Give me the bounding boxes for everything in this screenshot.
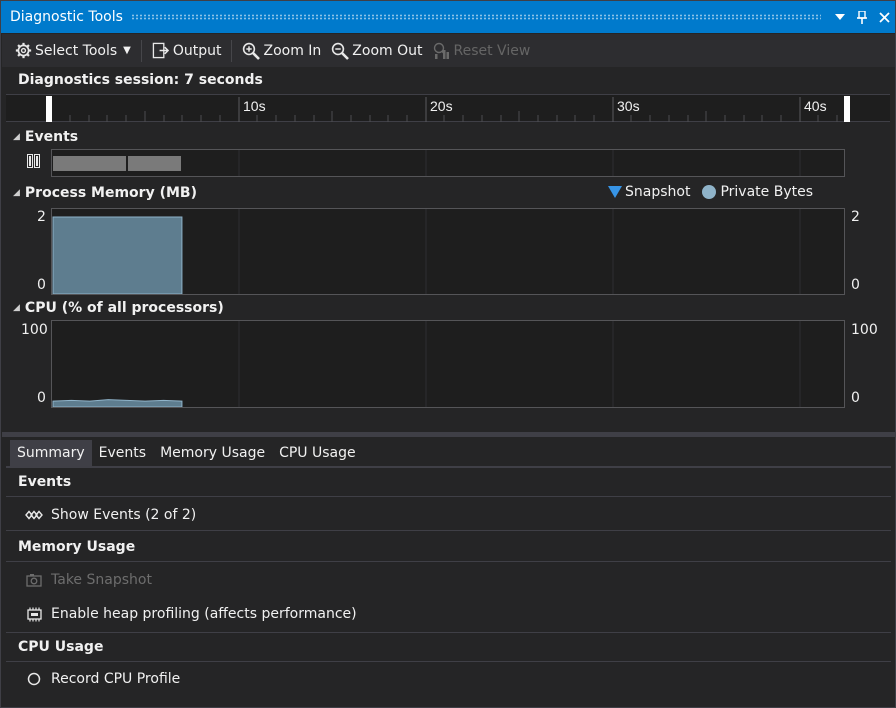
pause-icon[interactable]	[27, 154, 40, 172]
cpu-graph-canvas	[52, 321, 801, 408]
record-circle-icon	[25, 670, 43, 688]
cpu-section-title: CPU (% of all processors)	[24, 300, 224, 316]
record-cpu-profile-label: Record CPU Profile	[51, 671, 181, 687]
session-duration-label: Diagnostics session: 7 seconds	[18, 72, 263, 88]
reset-view-button[interactable]: Reset View	[429, 38, 535, 64]
zoom-out-button[interactable]: Zoom Out	[327, 38, 426, 64]
select-tools-label: Select Tools	[35, 42, 118, 59]
memory-chip-icon	[25, 605, 43, 623]
divider	[6, 496, 891, 497]
title-bar[interactable]: Diagnostic Tools	[1, 1, 895, 33]
title-bar-grip[interactable]	[130, 14, 821, 20]
zoom-in-label: Zoom In	[263, 42, 322, 59]
memory-y-min-right: 0	[851, 277, 860, 293]
record-cpu-profile-button[interactable]: Record CPU Profile	[25, 670, 180, 688]
tab-events[interactable]: Events	[92, 440, 153, 466]
details-tabs: Summary Events Memory Usage CPU Usage	[10, 440, 363, 466]
window-title: Diagnostic Tools	[10, 9, 123, 25]
take-snapshot-button[interactable]: Take Snapshot	[25, 571, 152, 589]
tab-memory-usage[interactable]: Memory Usage	[153, 440, 272, 466]
window-dropdown-icon[interactable]	[829, 6, 851, 28]
divider	[6, 632, 891, 633]
cpu-y-min-left: 0	[37, 390, 46, 406]
range-handle-right[interactable]	[844, 96, 850, 122]
snapshot-triangle-icon	[608, 186, 622, 198]
show-events-link[interactable]: Show Events (2 of 2)	[25, 506, 196, 524]
pin-icon[interactable]	[851, 6, 873, 28]
gear-icon	[14, 42, 32, 60]
cpu-usage-area	[52, 399, 183, 408]
memory-y-max-right: 2	[851, 209, 860, 225]
cpu-section-header[interactable]: ◢ CPU (% of all processors)	[13, 300, 224, 316]
memory-section-header[interactable]: ◢ Process Memory (MB)	[13, 185, 197, 201]
divider	[6, 530, 891, 531]
events-diamond-icon	[25, 506, 43, 524]
divider	[6, 561, 891, 562]
memory-y-min-left: 0	[37, 277, 46, 293]
camera-icon	[25, 571, 43, 589]
divider	[6, 661, 891, 662]
output-icon	[152, 42, 170, 60]
summary-memory-header: Memory Usage	[18, 539, 136, 555]
diagnostic-tools-window: Diagnostic Tools Select Tools ▼ Output Z…	[0, 0, 896, 708]
toolbar-separator	[140, 39, 142, 62]
legend-snapshot-label: Snapshot	[625, 184, 691, 200]
cpu-graph[interactable]	[51, 320, 845, 408]
collapse-triangle-icon[interactable]: ◢	[13, 132, 20, 142]
ruler-tick-label: 30s	[617, 98, 640, 114]
collapse-triangle-icon[interactable]: ◢	[13, 303, 20, 313]
events-section-title: Events	[24, 129, 79, 145]
zoom-in-icon	[242, 42, 261, 60]
collapse-triangle-icon[interactable]: ◢	[13, 188, 20, 198]
ruler-ticks: 10s 20s 30s 40s	[46, 96, 850, 122]
private-bytes-dot-icon	[702, 185, 717, 199]
ruler-tick-label: 40s	[804, 98, 827, 114]
timeline-ruler[interactable]: 10s 20s 30s 40s	[6, 94, 890, 122]
memory-legend: Snapshot Private Bytes	[608, 184, 813, 200]
event-bar[interactable]	[128, 156, 181, 171]
memory-section-title: Process Memory (MB)	[24, 185, 197, 201]
events-track-graphics	[53, 150, 801, 176]
summary-events-header: Events	[18, 474, 72, 490]
select-tools-button[interactable]: Select Tools ▼	[10, 38, 135, 64]
cpu-y-max-right: 100	[851, 322, 878, 338]
output-button[interactable]: Output	[148, 38, 226, 64]
event-bar[interactable]	[53, 156, 126, 171]
toolbar: Select Tools ▼ Output Zoom In Zoom Out R…	[2, 34, 895, 67]
toolbar-separator	[231, 39, 233, 62]
tab-divider	[6, 466, 891, 468]
tab-cpu-usage[interactable]: CPU Usage	[272, 440, 363, 466]
cpu-y-min-right: 0	[851, 390, 860, 406]
reset-view-icon	[433, 42, 451, 60]
memory-graph[interactable]	[51, 208, 845, 295]
heap-profiling-label: Enable heap profiling (affects performan…	[51, 606, 357, 622]
zoom-out-icon	[331, 42, 350, 60]
range-handle-left[interactable]	[46, 96, 52, 122]
events-track[interactable]	[51, 149, 845, 177]
heap-profiling-toggle[interactable]: Enable heap profiling (affects performan…	[25, 605, 357, 623]
memory-graph-canvas	[52, 209, 801, 295]
chevron-down-icon: ▼	[123, 45, 131, 56]
events-section-header[interactable]: ◢ Events	[13, 129, 78, 145]
panel-splitter[interactable]	[2, 432, 895, 437]
output-label: Output	[172, 42, 222, 59]
summary-cpu-header: CPU Usage	[18, 639, 104, 655]
take-snapshot-label: Take Snapshot	[51, 572, 152, 588]
reset-view-label: Reset View	[453, 42, 531, 59]
close-icon[interactable]	[873, 6, 895, 28]
zoom-in-button[interactable]: Zoom In	[238, 38, 325, 64]
memory-y-max-left: 2	[37, 209, 46, 225]
zoom-out-label: Zoom Out	[352, 42, 423, 59]
memory-private-bytes-area	[52, 216, 183, 295]
show-events-label: Show Events (2 of 2)	[51, 507, 197, 523]
legend-private-bytes-label: Private Bytes	[720, 184, 813, 200]
ruler-tick-label: 10s	[243, 98, 266, 114]
ruler-tick-label: 20s	[430, 98, 453, 114]
tab-summary[interactable]: Summary	[10, 440, 92, 466]
cpu-y-max-left: 100	[21, 322, 48, 338]
